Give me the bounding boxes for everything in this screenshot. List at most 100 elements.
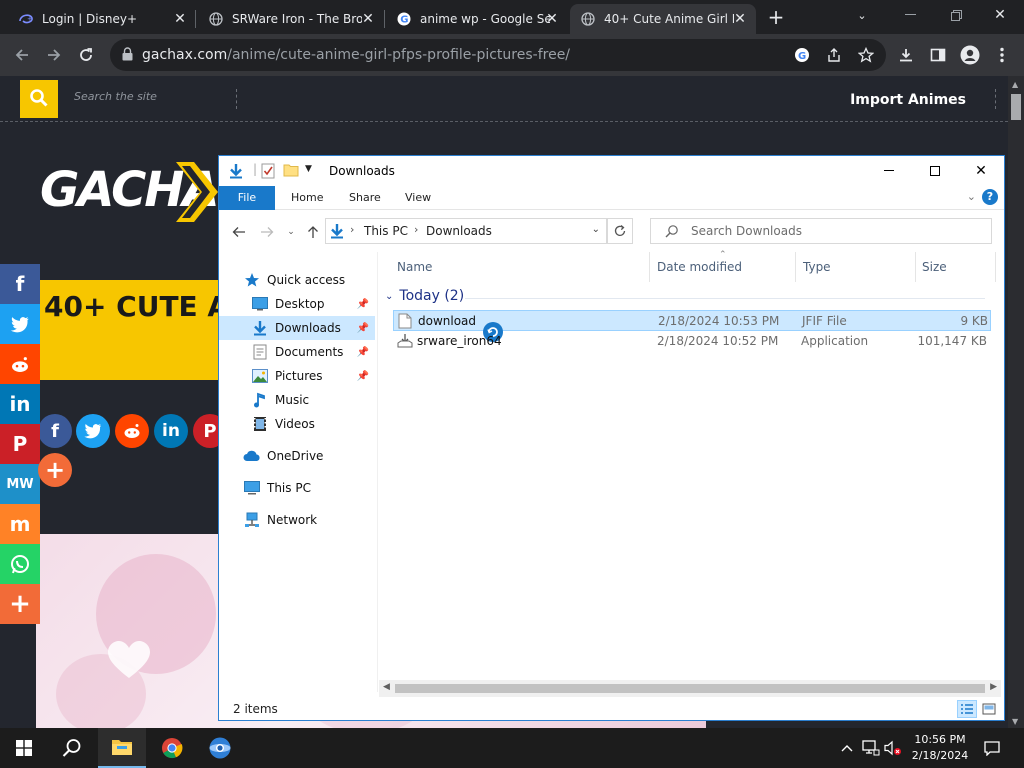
site-search-button[interactable] xyxy=(20,80,58,118)
volume-muted-icon[interactable] xyxy=(884,738,902,758)
chrome-taskbar-icon[interactable] xyxy=(148,728,196,768)
breadcrumb-this-pc[interactable]: This PC xyxy=(364,224,408,238)
column-header-size[interactable]: Size xyxy=(922,260,947,274)
reddit-share-icon[interactable] xyxy=(115,414,149,448)
site-search-input[interactable]: Search the site xyxy=(74,90,157,103)
breadcrumb-downloads[interactable]: Downloads xyxy=(426,224,492,238)
refresh-icon[interactable] xyxy=(607,218,633,244)
scroll-right-icon[interactable]: ▶ xyxy=(990,682,997,692)
properties-icon[interactable] xyxy=(261,163,275,182)
close-tab-icon[interactable]: ✕ xyxy=(732,11,748,27)
explorer-back-icon[interactable] xyxy=(229,222,249,242)
pane-divider[interactable] xyxy=(377,252,378,692)
more-share-circle-icon[interactable]: + xyxy=(38,453,72,487)
lock-icon[interactable] xyxy=(122,47,133,64)
facebook-icon[interactable]: f xyxy=(0,264,40,304)
scroll-up-icon[interactable]: ▲ xyxy=(1012,80,1018,89)
file-explorer-taskbar-icon[interactable] xyxy=(98,728,146,768)
explorer-search-input[interactable]: Search Downloads xyxy=(650,218,992,244)
details-view-icon[interactable] xyxy=(957,700,977,718)
column-divider[interactable] xyxy=(795,252,796,282)
facebook-share-icon[interactable]: f xyxy=(38,414,72,448)
pin-icon[interactable]: 📌 xyxy=(357,371,369,382)
file-row-srware-iron64[interactable]: srware_iron64 2/18/2024 10:52 PM Applica… xyxy=(393,331,991,352)
taskbar-search-icon[interactable] xyxy=(48,728,96,768)
minimize-icon[interactable] xyxy=(888,0,932,30)
scrollbar-thumb[interactable] xyxy=(1011,94,1021,120)
page-scrollbar[interactable]: ▲ ▼ xyxy=(1008,76,1024,728)
nav-item-music[interactable]: Music xyxy=(219,388,375,412)
menu-kebab-icon[interactable] xyxy=(988,41,1016,69)
address-bar[interactable]: gachax.com/anime/cute-anime-girl-pfps-pr… xyxy=(110,39,886,71)
nav-item-videos[interactable]: Videos xyxy=(219,412,375,436)
ribbon-tab-share[interactable]: Share xyxy=(335,186,395,210)
explorer-close-icon[interactable]: ✕ xyxy=(958,156,1004,186)
mix-icon[interactable]: m xyxy=(0,504,40,544)
explorer-maximize-icon[interactable] xyxy=(912,156,958,186)
pinterest-icon[interactable]: P xyxy=(0,424,40,464)
explorer-minimize-icon[interactable] xyxy=(866,156,912,186)
pin-icon[interactable]: 📌 xyxy=(357,347,369,358)
side-panel-icon[interactable] xyxy=(924,41,952,69)
horizontal-scrollbar[interactable]: ◀ ▶ xyxy=(379,680,1001,697)
share-icon[interactable] xyxy=(824,45,844,65)
column-divider[interactable] xyxy=(649,252,650,282)
mewe-icon[interactable]: MW xyxy=(0,464,40,504)
bookmark-star-icon[interactable] xyxy=(856,45,876,65)
forward-icon[interactable] xyxy=(40,41,68,69)
file-row-download[interactable]: download 2/18/2024 10:53 PM JFIF File 9 … xyxy=(393,310,991,342)
pin-icon[interactable]: 📌 xyxy=(357,323,369,334)
explorer-address-bar[interactable]: › This PC › Downloads ⌄ xyxy=(325,218,607,244)
horizontal-scrollbar-thumb[interactable] xyxy=(395,684,985,693)
import-animes-link[interactable]: Import Animes xyxy=(850,92,966,108)
group-collapse-chevron-icon[interactable]: ⌄ xyxy=(385,291,393,302)
network-tray-icon[interactable] xyxy=(862,738,880,758)
download-icon[interactable] xyxy=(892,41,920,69)
srware-iron-taskbar-icon[interactable] xyxy=(196,728,244,768)
group-header-today[interactable]: ⌄ Today (2) xyxy=(385,288,985,304)
tab-gachax-active[interactable]: 40+ Cute Anime Girl Pf ✕ xyxy=(570,4,756,34)
breadcrumb-separator-icon[interactable]: › xyxy=(350,223,354,236)
nav-item-documents[interactable]: Documents 📌 xyxy=(219,340,375,364)
start-windows-icon[interactable] xyxy=(0,728,48,768)
reload-icon[interactable] xyxy=(72,41,100,69)
notifications-icon[interactable] xyxy=(982,738,1002,758)
google-lens-icon[interactable]: G xyxy=(792,45,812,65)
quick-access-download-icon[interactable] xyxy=(229,163,243,182)
breadcrumb-separator-icon[interactable]: › xyxy=(414,223,418,236)
back-icon[interactable] xyxy=(8,41,36,69)
explorer-title-bar[interactable]: | ▼ Downloads ✕ xyxy=(219,156,1004,186)
column-header-name[interactable]: Name xyxy=(397,260,432,274)
linkedin-share-icon[interactable]: in xyxy=(154,414,188,448)
linkedin-icon[interactable]: in xyxy=(0,384,40,424)
customize-toolbar-chevron-icon[interactable]: ▼ xyxy=(305,164,312,174)
new-folder-icon[interactable] xyxy=(283,163,299,180)
up-folder-icon[interactable] xyxy=(303,222,323,242)
tab-search-chevron-icon[interactable]: ⌄ xyxy=(840,0,884,30)
reddit-icon[interactable] xyxy=(0,344,40,384)
column-divider[interactable] xyxy=(915,252,916,282)
ribbon-tab-view[interactable]: View xyxy=(391,186,445,210)
taskbar-clock[interactable]: 10:56 PM 2/18/2024 xyxy=(902,732,978,764)
nav-item-pictures[interactable]: Pictures 📌 xyxy=(219,364,375,388)
ribbon-tab-file[interactable]: File xyxy=(219,186,275,210)
address-dropdown-chevron-icon[interactable]: ⌄ xyxy=(592,224,600,235)
whatsapp-icon[interactable] xyxy=(0,544,40,584)
scroll-down-icon[interactable]: ▼ xyxy=(1012,717,1018,726)
more-share-icon[interactable]: + xyxy=(0,584,40,624)
column-header-date-modified[interactable]: Date modified xyxy=(657,260,742,274)
tab-disney-plus[interactable]: + Login | Disney+ ✕ xyxy=(8,4,196,34)
ribbon-tab-home[interactable]: Home xyxy=(277,186,337,210)
close-tab-icon[interactable]: ✕ xyxy=(360,11,376,27)
tab-google-search[interactable]: G anime wp - Google Sea ✕ xyxy=(386,4,568,34)
twitter-icon[interactable] xyxy=(0,304,40,344)
new-tab-button[interactable]: + xyxy=(756,2,796,32)
nav-item-this-pc[interactable]: This PC xyxy=(219,476,375,500)
twitter-share-icon[interactable] xyxy=(76,414,110,448)
profile-avatar-icon[interactable] xyxy=(956,41,984,69)
large-icons-view-icon[interactable] xyxy=(979,700,999,718)
nav-item-desktop[interactable]: Desktop 📌 xyxy=(219,292,375,316)
nav-item-onedrive[interactable]: OneDrive xyxy=(219,444,375,468)
ribbon-expand-chevron-icon[interactable]: ⌄ xyxy=(967,190,976,203)
scroll-left-icon[interactable]: ◀ xyxy=(383,682,390,692)
